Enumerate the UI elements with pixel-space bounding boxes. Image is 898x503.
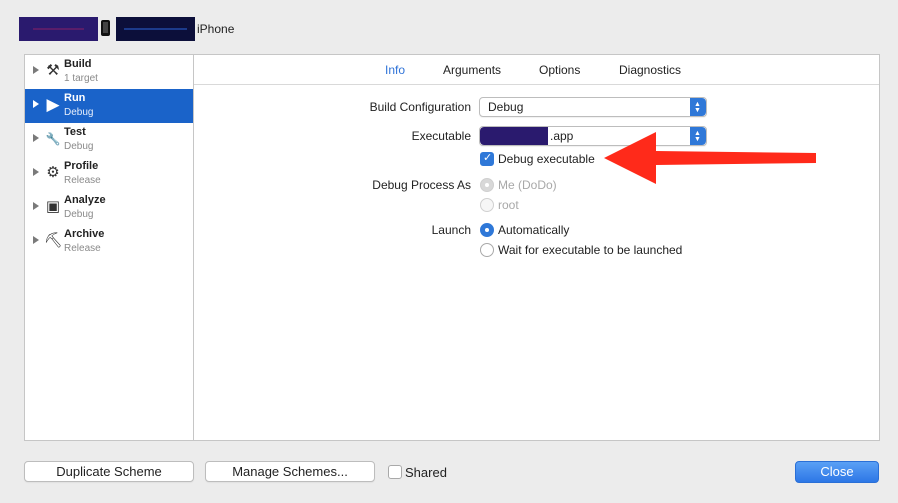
analyze-icon: ▣ <box>45 198 61 215</box>
debug-process-as-label: Debug Process As <box>372 178 471 192</box>
debug-executable-checkbox[interactable]: ✓ <box>480 152 494 166</box>
build-configuration-value: Debug <box>488 100 524 114</box>
debug-executable-label[interactable]: Debug executable <box>498 152 595 166</box>
sidebar-item-sublabel: Debug <box>64 209 94 220</box>
manage-schemes-button[interactable]: Manage Schemes... <box>205 461 375 482</box>
sidebar-item-sublabel: Release <box>64 175 101 186</box>
sidebar-item-label: Run <box>64 92 86 104</box>
annotation-arrow-icon <box>604 132 816 184</box>
device-label: iPhone <box>197 22 235 36</box>
process-me-label: Me (DoDo) <box>498 178 557 192</box>
checkmark-icon: ✓ <box>483 152 493 164</box>
sidebar-item-test[interactable]: 🔧 Test Debug <box>25 123 194 157</box>
disclosure-triangle-icon[interactable] <box>33 100 39 108</box>
scheme-editor-panel: Info Arguments Options Diagnostics Build… <box>193 54 880 441</box>
sidebar-item-label: Test <box>64 126 86 138</box>
tab-diagnostics[interactable]: Diagnostics <box>619 63 681 77</box>
process-root-radio[interactable] <box>480 198 494 212</box>
sidebar-item-label: Archive <box>64 228 105 240</box>
disclosure-triangle-icon[interactable] <box>33 236 39 244</box>
wrench-icon: 🔧 <box>45 132 61 146</box>
disclosure-triangle-icon[interactable] <box>33 168 39 176</box>
shared-label[interactable]: Shared <box>405 465 447 480</box>
sidebar-item-run[interactable]: ▶ Run Debug <box>25 89 194 123</box>
hammer-icon: ⚒ <box>46 62 60 79</box>
executable-label: Executable <box>411 129 471 143</box>
instruments-icon: ⚙ <box>46 164 60 181</box>
scheme-action-sidebar: ⚒ Build 1 target ▶ Run Debug 🔧 Test Debu… <box>24 54 194 441</box>
popup-stepper-icon: ▲ ▼ <box>690 98 706 116</box>
iphone-icon <box>101 20 110 36</box>
launch-label: Launch <box>431 223 471 237</box>
close-button[interactable]: Close <box>795 461 879 483</box>
launch-wait-label[interactable]: Wait for executable to be launched <box>498 243 682 257</box>
redacted-device-name[interactable] <box>116 17 195 41</box>
sidebar-item-sublabel: Debug <box>64 107 94 118</box>
scheme-selector-bar[interactable]: iPhone <box>0 0 898 50</box>
launch-automatically-radio[interactable] <box>480 223 494 237</box>
sidebar-item-sublabel: Debug <box>64 141 94 152</box>
redacted-scheme-name[interactable] <box>19 17 98 41</box>
sidebar-item-label: Build <box>64 58 92 70</box>
disclosure-triangle-icon[interactable] <box>33 202 39 210</box>
executable-value: .app <box>550 129 574 143</box>
tab-options[interactable]: Options <box>539 63 580 77</box>
tab-arguments[interactable]: Arguments <box>443 63 501 77</box>
sidebar-item-profile[interactable]: ⚙ Profile Release <box>25 157 194 191</box>
build-configuration-popup[interactable]: Debug ▲ ▼ <box>479 97 707 117</box>
sidebar-item-archive[interactable]: ⛏ Archive Release <box>25 225 194 259</box>
disclosure-triangle-icon[interactable] <box>33 134 39 142</box>
process-root-label: root <box>498 198 519 212</box>
archive-icon: ⛏ <box>44 232 64 249</box>
redacted-executable-name <box>480 127 548 145</box>
build-configuration-label: Build Configuration <box>369 100 471 114</box>
shared-checkbox[interactable] <box>388 465 402 479</box>
play-icon: ▶ <box>46 95 60 114</box>
process-me-radio[interactable] <box>480 178 494 192</box>
sidebar-item-build[interactable]: ⚒ Build 1 target <box>25 55 194 89</box>
tab-info[interactable]: Info <box>385 63 405 77</box>
sidebar-item-label: Analyze <box>64 194 106 206</box>
launch-wait-radio[interactable] <box>480 243 494 257</box>
sidebar-item-label: Profile <box>64 160 99 172</box>
sidebar-item-sublabel: 1 target <box>64 73 98 84</box>
duplicate-scheme-button[interactable]: Duplicate Scheme <box>24 461 194 482</box>
tab-bar: Info Arguments Options Diagnostics <box>194 55 879 85</box>
launch-automatically-label[interactable]: Automatically <box>498 223 569 237</box>
sidebar-item-sublabel: Release <box>64 243 101 254</box>
disclosure-triangle-icon[interactable] <box>33 66 39 74</box>
sidebar-item-analyze[interactable]: ▣ Analyze Debug <box>25 191 194 225</box>
